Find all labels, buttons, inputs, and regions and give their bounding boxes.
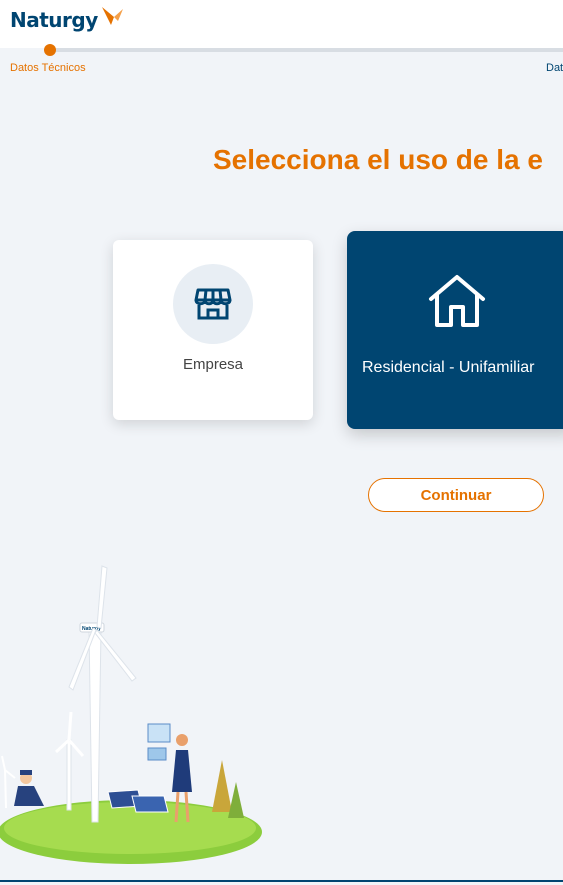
small-turbine-tower <box>66 739 72 811</box>
turbine-blade <box>96 565 108 629</box>
page-title: Selecciona el uso de la e <box>213 144 543 175</box>
engineer-figure <box>14 770 44 806</box>
option-card-residencial[interactable]: Residencial - Unifamiliar <box>347 231 563 429</box>
tree <box>212 760 232 812</box>
option-label-residencial: Residencial - Unifamiliar <box>362 359 535 376</box>
header: Naturgy <box>0 0 563 48</box>
logo-text: Naturgy <box>10 8 98 32</box>
step-next: Dat <box>546 62 563 74</box>
tablet <box>147 747 167 761</box>
tree <box>228 782 244 818</box>
solar-panel <box>131 795 169 813</box>
step-datos-tecnicos: Datos Técnicos <box>10 62 86 74</box>
turbine-blade <box>94 629 137 682</box>
house-icon <box>429 275 485 327</box>
naturgy-logo[interactable]: Naturgy <box>10 4 124 36</box>
option-label-empresa: Empresa <box>182 356 244 373</box>
progress-track <box>50 48 563 52</box>
data-screen <box>147 723 171 743</box>
progress-step-dot <box>44 44 56 56</box>
butterfly-icon <box>101 7 123 25</box>
store-icon <box>194 288 232 320</box>
continue-button[interactable]: Continuar <box>368 478 544 512</box>
option-card-empresa[interactable]: Empresa <box>113 240 313 420</box>
far-turbine <box>1 755 16 809</box>
bottom-border <box>0 880 563 882</box>
icon-circle <box>173 264 253 344</box>
wind-energy-illustration: Naturgy <box>0 565 262 864</box>
turbine-tower <box>88 629 102 823</box>
